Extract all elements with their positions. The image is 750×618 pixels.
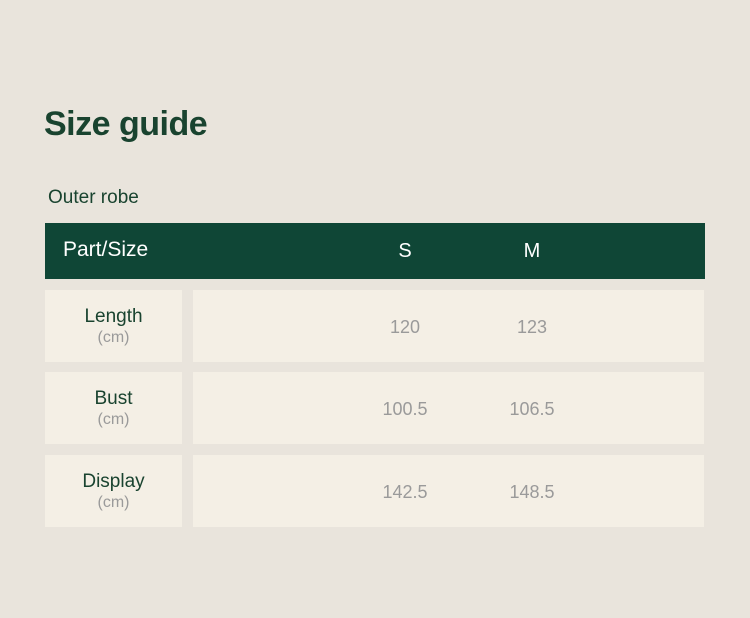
value-size-m: 148.5 (509, 482, 555, 502)
table-row-bust: Bust (cm) 100.5 106.5 (45, 372, 705, 444)
size-table-header: Part/Size S M (45, 223, 705, 279)
row-unit: (cm) (97, 494, 130, 511)
row-label: Display (82, 471, 145, 492)
row-values-cell: 142.5 148.5 (193, 455, 704, 527)
header-part-size-label: Part/Size (63, 238, 149, 261)
table-row-length: Length (cm) 120 123 (45, 290, 705, 362)
row-unit: (cm) (97, 411, 130, 428)
section-subtitle: Outer robe (48, 187, 139, 208)
row-values-cell: 100.5 106.5 (193, 372, 704, 444)
header-size-s: S (398, 240, 412, 262)
table-row-display: Display (cm) 142.5 148.5 (45, 455, 705, 527)
row-label: Length (84, 306, 143, 327)
row-label: Bust (94, 388, 133, 409)
row-unit: (cm) (97, 329, 130, 346)
value-size-s: 120 (389, 317, 421, 337)
row-label-cell: Length (cm) (45, 290, 182, 362)
row-label-cell: Bust (cm) (45, 372, 182, 444)
row-label-cell: Display (cm) (45, 455, 182, 527)
value-size-s: 142.5 (382, 482, 428, 502)
page-title: Size guide (44, 105, 208, 143)
row-values-cell: 120 123 (193, 290, 704, 362)
value-size-s: 100.5 (382, 399, 428, 419)
header-size-m: M (523, 240, 541, 262)
value-size-m: 106.5 (509, 399, 555, 419)
value-size-m: 123 (516, 317, 548, 337)
